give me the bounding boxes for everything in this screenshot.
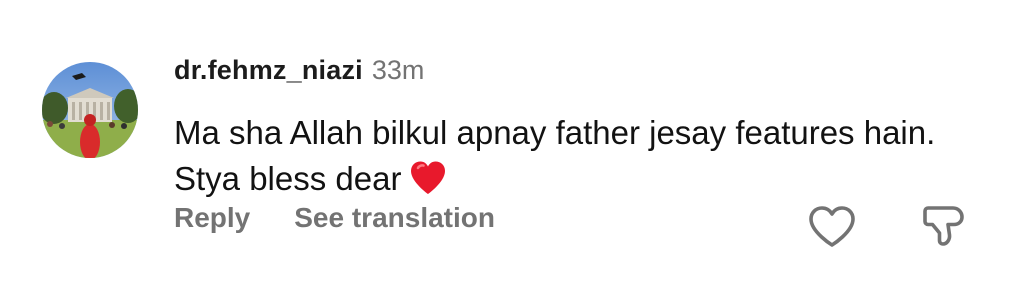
avatar-image — [42, 62, 138, 158]
heart-outline-icon[interactable] — [807, 204, 857, 255]
see-translation-button[interactable]: See translation — [294, 202, 495, 234]
comment-header: dr.fehmz_niazi 33m — [174, 55, 424, 86]
comment-item: dr.fehmz_niazi 33m Ma sha Allah bilkul a… — [0, 0, 1024, 283]
timestamp: 33m — [371, 55, 425, 85]
username[interactable]: dr.fehmz_niazi — [174, 55, 363, 86]
thumbs-down-outline-icon[interactable] — [920, 202, 968, 255]
red-heart-emoji-icon — [409, 160, 447, 208]
comment-actions: Reply See translation — [174, 202, 495, 234]
comment-text: Ma sha Allah bilkul apnay father jesay f… — [174, 114, 936, 197]
avatar[interactable] — [42, 62, 138, 158]
comment-body: Ma sha Allah bilkul apnay father jesay f… — [174, 110, 974, 208]
reply-button[interactable]: Reply — [174, 202, 250, 234]
